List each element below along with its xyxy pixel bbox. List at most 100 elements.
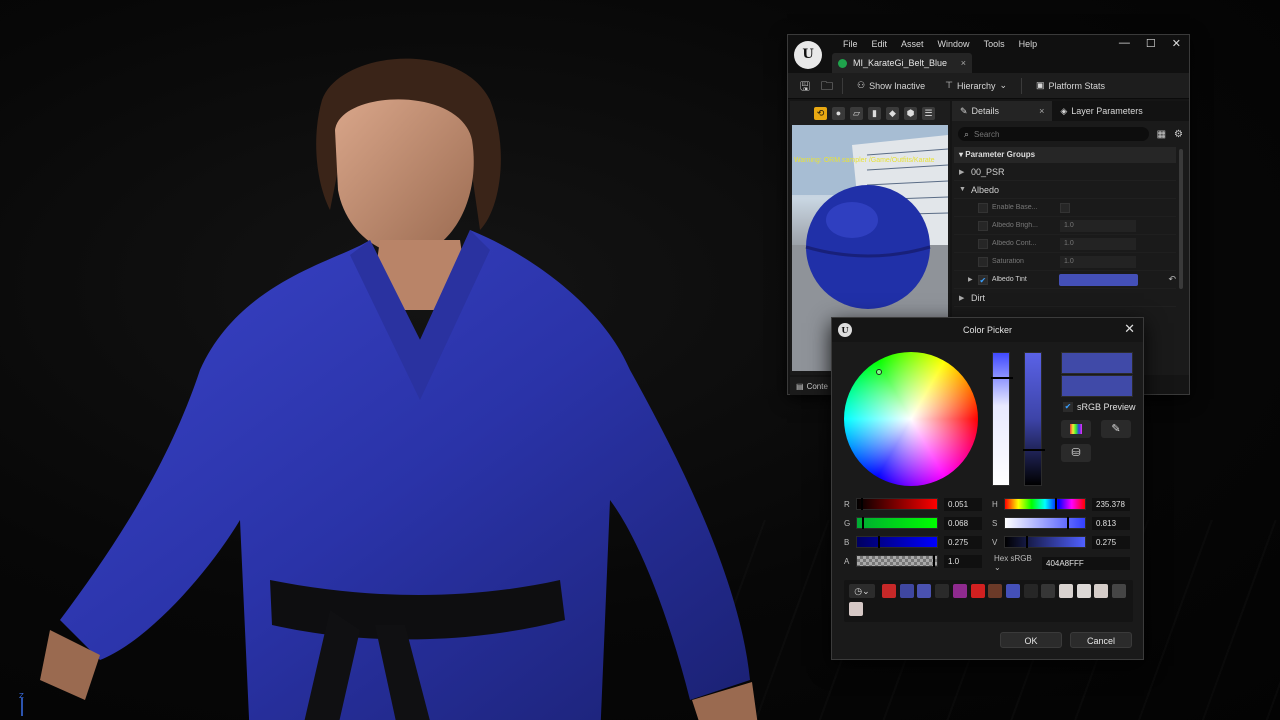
param-value-field[interactable]: 1.0 xyxy=(1060,237,1136,250)
recent-color-chip[interactable] xyxy=(1076,584,1091,598)
red-slider[interactable] xyxy=(856,498,938,510)
albedo-tint-color-swatch[interactable] xyxy=(1059,273,1139,286)
menu-asset[interactable]: Asset xyxy=(894,39,931,49)
menu-help[interactable]: Help xyxy=(1012,39,1045,49)
ok-button[interactable]: OK xyxy=(1000,632,1062,648)
mesh-preview-icon[interactable]: ⬢ xyxy=(904,106,917,120)
close-window-icon[interactable]: ✕ xyxy=(1172,37,1181,50)
saturation-slider[interactable] xyxy=(1004,517,1086,529)
color-wheel-marker[interactable] xyxy=(876,369,882,375)
eyedropper-button[interactable]: ✎ xyxy=(1101,420,1131,438)
recent-color-chip[interactable] xyxy=(1041,584,1056,598)
show-inactive-button[interactable]: ⚇ Show Inactive xyxy=(851,80,931,91)
sphere-preview-icon[interactable]: ● xyxy=(832,106,845,120)
param-value-field[interactable]: 1.0 xyxy=(1060,219,1136,232)
unreal-logo-icon[interactable]: U xyxy=(794,41,822,69)
value-slider[interactable] xyxy=(1004,536,1086,548)
recent-color-chip[interactable] xyxy=(970,584,985,598)
table-view-icon[interactable]: ▦ xyxy=(1157,129,1166,140)
param-override-checkbox[interactable] xyxy=(978,238,988,249)
chevron-right-icon[interactable]: ▶ xyxy=(968,276,978,283)
hue-slider[interactable] xyxy=(1004,498,1086,510)
old-color-swatch[interactable] xyxy=(1061,375,1133,397)
value-value-field[interactable]: 0.275 xyxy=(1092,535,1130,549)
close-icon[interactable]: ✕ xyxy=(1124,321,1135,337)
hue-slider-handle[interactable] xyxy=(1055,498,1057,510)
reset-to-default-icon[interactable]: ↶ xyxy=(1168,274,1176,285)
recent-color-chip[interactable] xyxy=(1094,584,1109,598)
value-handle[interactable] xyxy=(1023,449,1045,451)
saturation-bar[interactable] xyxy=(991,352,1013,486)
value-slider-handle[interactable] xyxy=(1026,536,1028,548)
color-wheel[interactable] xyxy=(844,352,978,486)
alpha-slider[interactable] xyxy=(856,555,938,567)
blue-slider[interactable] xyxy=(856,536,938,548)
color-library-button[interactable]: ⛁ xyxy=(1061,444,1091,462)
realtime-toggle-icon[interactable]: ⟲ xyxy=(814,106,827,120)
color-themes-button[interactable]: ▮ xyxy=(1061,420,1091,438)
menu-tools[interactable]: Tools xyxy=(977,39,1012,49)
category-dirt[interactable]: ▶ Dirt xyxy=(954,289,1176,307)
saturation-value-field[interactable]: 0.813 xyxy=(1092,516,1130,530)
value-bar[interactable] xyxy=(1023,352,1045,486)
param-override-checkbox[interactable] xyxy=(978,202,988,213)
recent-colors-button[interactable]: ◷⌄ xyxy=(849,584,875,598)
search-input[interactable] xyxy=(974,129,1125,139)
hue-value-field[interactable]: 235.378 xyxy=(1092,497,1130,511)
saturation-slider-handle[interactable] xyxy=(1067,517,1069,529)
recent-color-chip[interactable] xyxy=(899,584,914,598)
browse-asset-icon[interactable]: 🗀 xyxy=(820,79,834,93)
recent-color-chip[interactable] xyxy=(1005,584,1020,598)
recent-color-chip[interactable] xyxy=(1112,584,1127,598)
recent-color-chip[interactable] xyxy=(917,584,932,598)
viewport-menu-icon[interactable]: ☰ xyxy=(922,106,935,120)
srgb-preview-checkbox[interactable]: ✔ xyxy=(1063,402,1073,412)
category-00-psr[interactable]: ▶ 00_PSR xyxy=(954,163,1176,181)
cylinder-preview-icon[interactable]: ▮ xyxy=(868,106,881,120)
blue-value-field[interactable]: 0.275 xyxy=(944,535,982,549)
red-value-field[interactable]: 0.051 xyxy=(944,497,982,511)
param-value-field[interactable]: 1.0 xyxy=(1060,255,1136,268)
close-tab-icon[interactable]: × xyxy=(1039,106,1044,116)
save-icon[interactable]: 🖫 xyxy=(798,79,812,93)
hex-mode-dropdown[interactable]: Hex sRGB ⌄ xyxy=(994,554,1036,572)
saturation-handle[interactable] xyxy=(991,377,1013,379)
parameter-groups-header[interactable]: ▾ Parameter Groups xyxy=(954,147,1176,163)
alpha-value-field[interactable]: 1.0 xyxy=(944,554,982,568)
recent-color-chip[interactable] xyxy=(952,584,967,598)
platform-stats-button[interactable]: ▣ Platform Stats xyxy=(1030,80,1111,91)
param-override-checkbox-checked[interactable]: ✔ xyxy=(977,274,988,285)
param-override-checkbox[interactable] xyxy=(978,256,988,267)
details-search-box[interactable]: ⌕ xyxy=(958,127,1149,141)
hierarchy-button[interactable]: ⊤ Hierarchy ⌄ xyxy=(939,80,1013,91)
tab-details[interactable]: ✎ Details × xyxy=(952,101,1053,121)
plane-preview-icon[interactable]: ▱ xyxy=(850,106,863,120)
minimize-icon[interactable]: — xyxy=(1119,37,1130,50)
cancel-button[interactable]: Cancel xyxy=(1070,632,1132,648)
recent-color-chip[interactable] xyxy=(988,584,1003,598)
asset-tab[interactable]: MI_KarateGi_Belt_Blue × xyxy=(832,53,972,73)
close-tab-icon[interactable]: × xyxy=(961,58,966,68)
category-albedo[interactable]: ▼ Albedo xyxy=(954,181,1176,199)
recent-color-chip[interactable] xyxy=(849,602,863,616)
menu-edit[interactable]: Edit xyxy=(865,39,895,49)
tab-layer-parameters[interactable]: ◈ Layer Parameters xyxy=(1052,101,1150,121)
recent-color-chip[interactable] xyxy=(935,584,950,598)
param-value-checkbox[interactable] xyxy=(1060,202,1070,213)
blue-slider-handle[interactable] xyxy=(878,536,880,548)
hex-value-field[interactable]: 404A8FFF xyxy=(1042,556,1130,570)
green-slider-handle[interactable] xyxy=(862,517,864,529)
menu-window[interactable]: Window xyxy=(931,39,977,49)
alpha-slider-handle[interactable] xyxy=(933,555,935,567)
maximize-icon[interactable]: ☐ xyxy=(1146,37,1156,50)
srgb-preview-toggle[interactable]: ✔ sRGB Preview xyxy=(1063,402,1136,412)
gear-icon[interactable]: ⚙ xyxy=(1174,129,1183,140)
menu-file[interactable]: File xyxy=(836,39,865,49)
green-value-field[interactable]: 0.068 xyxy=(944,516,982,530)
cube-preview-icon[interactable]: ◆ xyxy=(886,106,899,120)
recent-color-chip[interactable] xyxy=(1023,584,1038,598)
recent-color-chip[interactable] xyxy=(1059,584,1073,598)
green-slider[interactable] xyxy=(856,517,938,529)
recent-color-chip[interactable] xyxy=(882,584,896,598)
red-slider-handle[interactable] xyxy=(861,498,863,510)
